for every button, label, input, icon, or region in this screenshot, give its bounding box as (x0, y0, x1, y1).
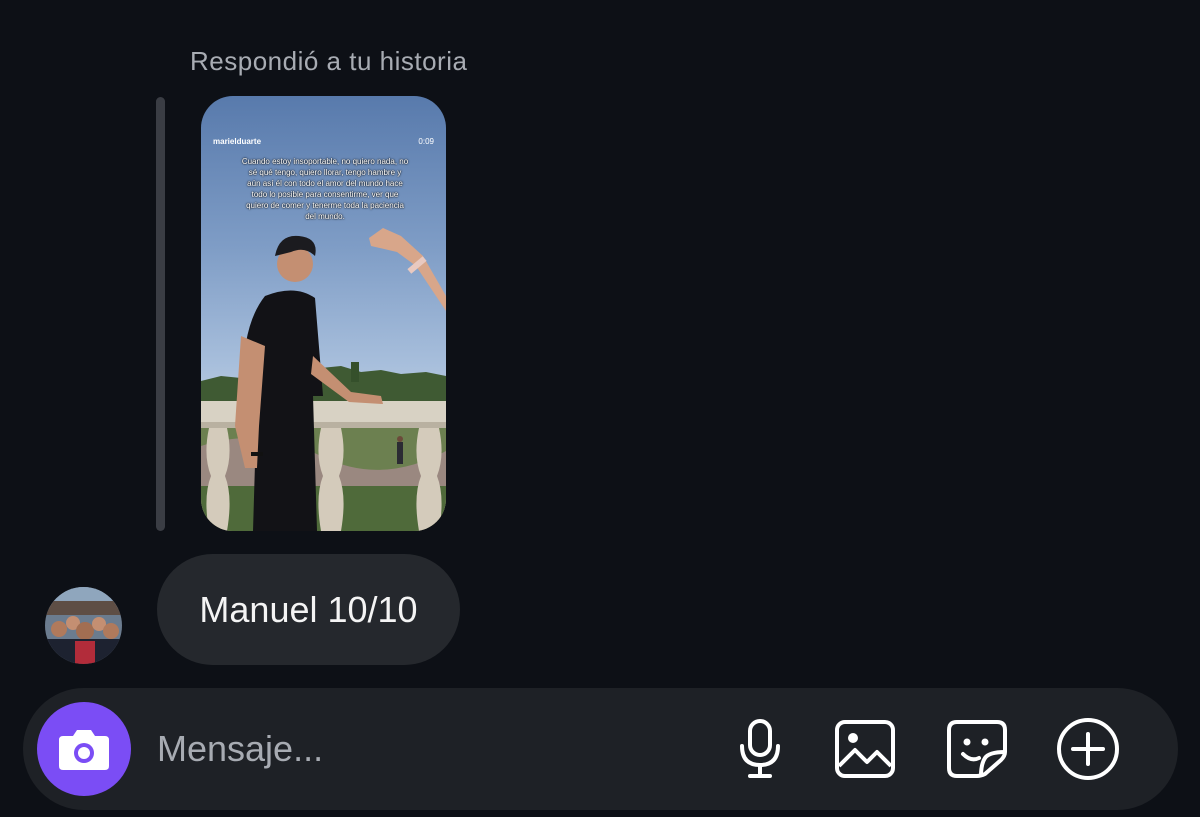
camera-icon (59, 730, 109, 770)
gallery-button[interactable] (832, 716, 898, 782)
gallery-icon (835, 720, 895, 778)
message-bubble[interactable]: Manuel 10/10 (157, 554, 460, 665)
message-text: Manuel 10/10 (199, 588, 418, 630)
sticker-icon (947, 720, 1007, 778)
direct-message-thread: Respondió a tu historia marielduarte 0:0… (0, 0, 1200, 817)
message-input[interactable] (157, 722, 677, 776)
camera-button[interactable] (37, 702, 131, 796)
plus-circle-icon (1057, 718, 1119, 780)
story-preview-card[interactable]: marielduarte 0:09 Cuando estoy insoporta… (201, 96, 446, 531)
reply-quote-bar (156, 97, 165, 531)
voice-message-button[interactable] (727, 716, 793, 782)
sender-avatar[interactable] (45, 587, 122, 664)
story-username: marielduarte (213, 137, 262, 146)
story-caption: Cuando estoy insoportable, no quiero nad… (241, 157, 409, 221)
microphone-icon (740, 719, 780, 778)
more-options-button[interactable] (1055, 716, 1121, 782)
story-reply-label: Respondió a tu historia (190, 46, 468, 76)
sticker-button[interactable] (944, 716, 1010, 782)
group-selfie-avatar-image (45, 587, 122, 664)
story-timestamp: 0:09 (418, 137, 434, 146)
